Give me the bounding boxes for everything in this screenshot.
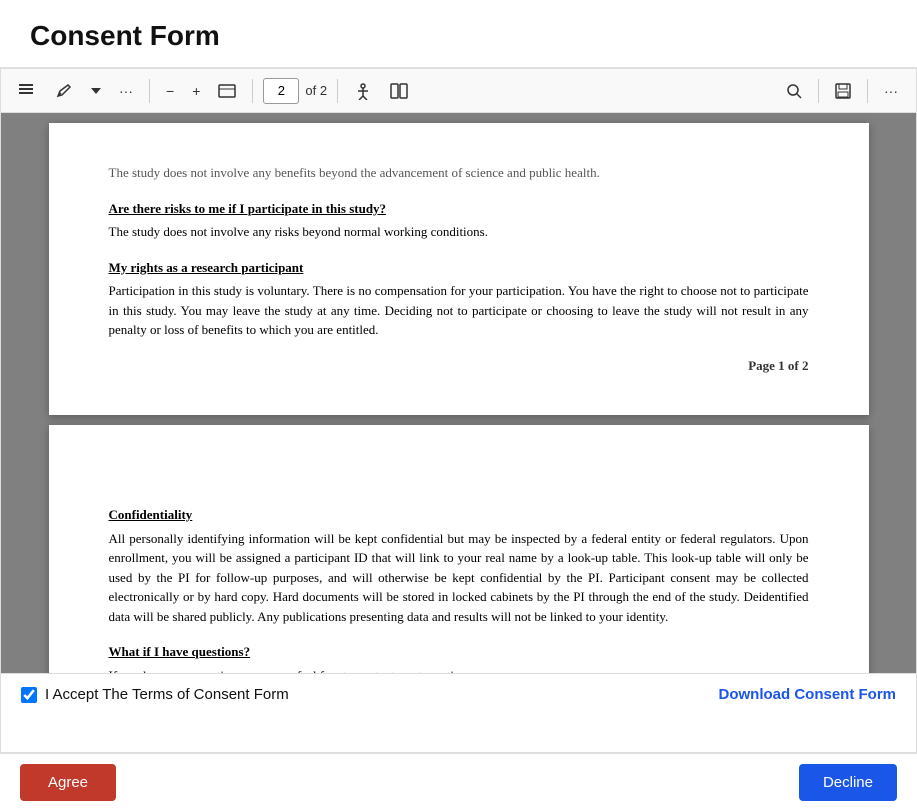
section1-body: The study does not involve any risks bey… [109, 222, 809, 242]
section3-heading: Confidentiality [109, 505, 809, 525]
pdf-viewer: ··· − + of 2 [0, 68, 917, 753]
fit-page-button[interactable] [212, 80, 242, 102]
section3-body: All personally identifying information w… [109, 529, 809, 627]
separator-2 [252, 79, 253, 103]
separator-5 [867, 79, 868, 103]
section4-body: If you have any questions, you may feel … [109, 666, 809, 674]
section2-heading: My rights as a research participant [109, 258, 809, 278]
page-title: Consent Form [30, 20, 887, 52]
consent-footer: I Accept The Terms of Consent Form Downl… [1, 673, 916, 715]
compare-button[interactable] [384, 78, 414, 104]
page-header: Consent Form [0, 0, 917, 68]
accept-section: I Accept The Terms of Consent Form [21, 686, 289, 703]
toolbar-dropdown-button[interactable] [85, 84, 107, 98]
zoom-in-button[interactable]: + [186, 79, 206, 103]
separator-3 [337, 79, 338, 103]
action-bar: Agree Decline [0, 753, 917, 811]
section1-heading: Are there risks to me if I participate i… [109, 199, 809, 219]
section4-heading: What if I have questions? [109, 642, 809, 662]
pdf-toolbar: ··· − + of 2 [1, 69, 916, 113]
page-indicator: Page 1 of 2 [109, 356, 809, 376]
accept-label: I Accept The Terms of Consent Form [45, 686, 289, 703]
page-total-doc: 2 [802, 358, 809, 373]
page-total: of 2 [305, 83, 327, 98]
accept-checkbox[interactable] [21, 687, 37, 703]
decline-button[interactable]: Decline [799, 764, 897, 801]
toolbar-more-button[interactable]: ··· [113, 79, 139, 103]
cut-top-text: The study does not involve any benefits … [109, 163, 809, 183]
save-button[interactable] [829, 79, 857, 103]
accessibility-button[interactable] [348, 78, 378, 104]
separator-4 [818, 79, 819, 103]
document-area[interactable]: The study does not involve any benefits … [1, 113, 916, 673]
zoom-out-button[interactable]: − [160, 79, 180, 103]
more-button[interactable]: ··· [878, 79, 904, 103]
page-number-input[interactable] [263, 78, 299, 104]
outline-button[interactable] [13, 80, 43, 102]
doc-page-2: Confidentiality All personally identifyi… [49, 425, 869, 673]
agree-button[interactable]: Agree [20, 764, 116, 801]
download-link[interactable]: Download Consent Form [719, 686, 897, 703]
annotation-button[interactable] [49, 78, 79, 104]
doc-page-1: The study does not involve any benefits … [49, 123, 869, 415]
search-button[interactable] [780, 79, 808, 103]
section2-body: Participation in this study is voluntary… [109, 281, 809, 340]
separator-1 [149, 79, 150, 103]
